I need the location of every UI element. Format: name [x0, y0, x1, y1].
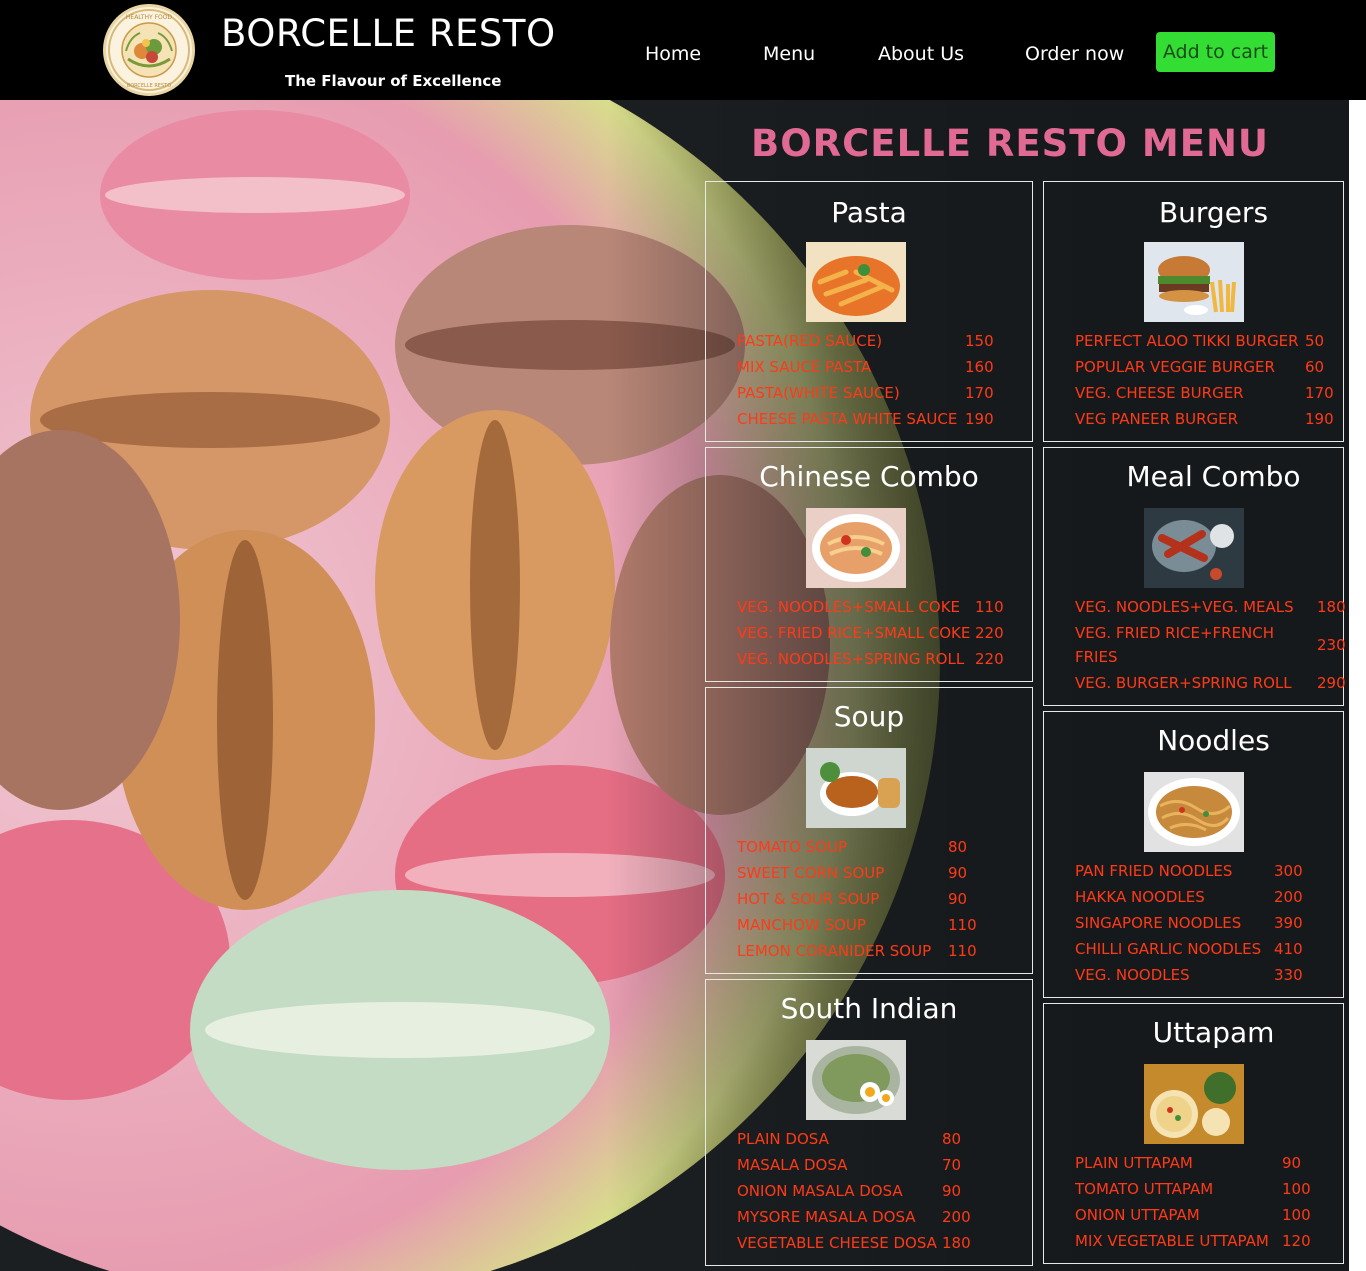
add-to-cart-button[interactable]: Add to cart	[1156, 32, 1275, 72]
menu-card-uttapam: Uttapam PLAIN UTTAPAM 90 TOMATO UTTAPAM …	[1043, 1003, 1344, 1264]
menu-card-soup: Soup TOMATO SOUP 80 SWEET CORN SOUP 90 H…	[705, 687, 1033, 974]
menu-card-noodles: Noodles PAN FRIED NOODLES 300 HAKKA NOOD…	[1043, 711, 1344, 998]
logo-emblem-icon: HEALTHY FOOD BORCELLE RESTO	[108, 9, 190, 91]
restaurant-logo[interactable]: HEALTHY FOOD BORCELLE RESTO	[103, 4, 195, 96]
south-indian-plate-icon	[806, 1040, 906, 1120]
card-title: Uttapam	[1152, 1016, 1275, 1049]
menu-card-chinese-combo: Chinese Combo VEG. NOODLES+SMALL COKE 11…	[705, 447, 1033, 682]
burger-photo	[1144, 242, 1244, 322]
meal-combo-photo	[1144, 508, 1244, 588]
soup-bowl-icon	[806, 748, 906, 828]
noodle-bowl-icon	[806, 508, 906, 588]
menu-card-pasta: Pasta PASTA(RED SAUCE) 150 MIX SAUCE PAS…	[705, 181, 1033, 442]
site-header: HEALTHY FOOD BORCELLE RESTO BORCELLE RES…	[0, 0, 1366, 100]
nav-order-link[interactable]: Order now	[1025, 43, 1124, 65]
logo-ring-bottom-text: BORCELLE RESTO	[127, 83, 171, 89]
menu-card-meal-combo: Meal Combo VEG. NOODLES+VEG. MEALS 180 V…	[1043, 447, 1346, 706]
soup-photo	[806, 748, 906, 828]
card-title: Chinese Combo	[759, 460, 979, 493]
pasta-dish-icon	[806, 242, 906, 322]
south-indian-photo	[806, 1040, 906, 1120]
noodles-plate-icon	[1144, 772, 1244, 852]
noodles-photo	[1144, 772, 1244, 852]
menu-card-south-indian: South Indian PLAIN DOSA 80 MASALA DOSA 7…	[705, 979, 1033, 1266]
card-title: Soup	[833, 700, 905, 733]
uttapam-plate-icon	[1144, 1064, 1244, 1144]
menu-heading: BORCELLE RESTO MENU	[751, 122, 1269, 165]
meal-plate-icon	[1144, 508, 1244, 588]
card-title: Meal Combo	[1126, 460, 1301, 493]
card-title: South Indian	[780, 992, 958, 1025]
page-edge	[1349, 100, 1366, 1271]
logo-ring-top-text: HEALTHY FOOD	[126, 14, 173, 21]
card-title: Noodles	[1157, 724, 1270, 757]
uttapam-photo	[1144, 1064, 1244, 1144]
nav-home-link[interactable]: Home	[645, 43, 701, 65]
card-title: Burgers	[1158, 196, 1269, 229]
menu-card-burgers: Burgers PERFECT ALOO TIKKI BURGER 50 POP…	[1043, 181, 1344, 442]
list-item[interactable]: VEG. FRIED RICE+FRENCH FRIES 230	[1075, 620, 1346, 672]
burger-dish-icon	[1144, 242, 1244, 322]
nav-menu-link[interactable]: Menu	[763, 43, 815, 65]
brand-tagline: The Flavour of Excellence	[285, 72, 502, 90]
brand-title: BORCELLE RESTO	[221, 12, 556, 55]
nav-about-link[interactable]: About Us	[878, 43, 964, 65]
card-title: Pasta	[831, 196, 907, 229]
pasta-photo	[806, 242, 906, 322]
chinese-photo	[806, 508, 906, 588]
